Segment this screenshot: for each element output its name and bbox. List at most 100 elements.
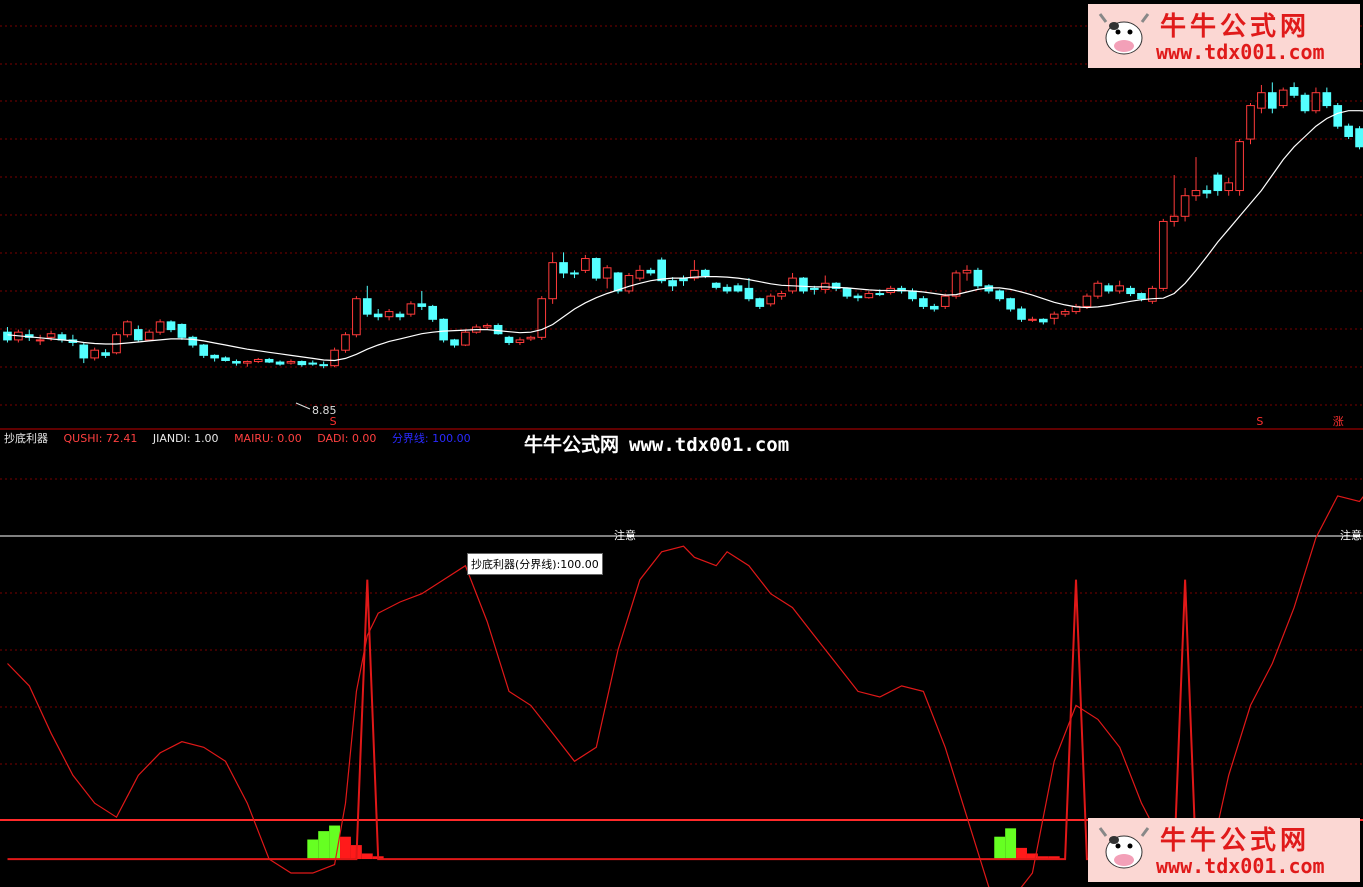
candle-body — [232, 361, 241, 364]
candle-body — [395, 313, 405, 318]
mairu-bar — [1005, 828, 1017, 860]
candle-body — [428, 305, 438, 320]
candle-body — [319, 364, 328, 367]
candle-body — [1322, 92, 1332, 107]
dadi-value: DADI: 0.00 — [317, 432, 377, 445]
candle-body — [668, 280, 677, 287]
candle-body — [144, 331, 154, 341]
mairu-bar — [318, 831, 330, 860]
candlestick-series — [3, 82, 1363, 369]
candle-body — [1169, 215, 1179, 222]
candle-body — [853, 295, 863, 299]
signal-marker: 涨 — [1333, 415, 1344, 428]
candle-body — [275, 361, 285, 365]
candle-body — [199, 344, 209, 356]
logo-url-text: www.tdx001.com — [1156, 40, 1325, 64]
candle-body — [570, 272, 579, 275]
candle-body — [123, 321, 132, 336]
mairu-bar — [994, 836, 1006, 860]
qushi-value: QUSHI: 72.41 — [63, 432, 138, 445]
candle-body — [406, 303, 416, 315]
candle-body — [788, 277, 797, 292]
candle-body — [493, 324, 503, 335]
logo-url-text: www.tdx001.com — [1156, 854, 1325, 878]
candle-body — [1126, 287, 1135, 295]
candle-body — [1137, 293, 1146, 300]
candle-body — [624, 275, 634, 292]
candle-body — [384, 311, 394, 318]
candle-body — [700, 269, 710, 277]
candle-body — [1213, 174, 1223, 192]
candle-body — [1060, 311, 1070, 315]
candle-body — [711, 282, 721, 288]
candle-body — [264, 358, 274, 363]
watermark-url: www.tdx001.com — [629, 434, 790, 456]
candle-body — [1039, 318, 1048, 323]
candle-body — [733, 285, 743, 292]
candle-body — [166, 321, 176, 331]
candle-body — [90, 349, 100, 359]
candle-body — [35, 339, 45, 342]
logo-cn-text: 牛牛公式网 — [1160, 826, 1311, 856]
candle-body — [842, 287, 852, 297]
candle-body — [461, 331, 470, 346]
candle-body — [3, 331, 12, 341]
signal-marker: S — [1256, 415, 1263, 428]
candle-body — [1158, 220, 1168, 289]
candle-body — [929, 305, 939, 310]
candle-body — [1049, 313, 1059, 319]
candle-body — [1300, 94, 1310, 112]
jiandi-value: JIANDI: 1.00 — [152, 432, 219, 445]
low-price-label: 8.85 — [312, 404, 337, 417]
candle-body — [722, 286, 732, 292]
candle-body — [602, 267, 612, 279]
candle-body — [1235, 141, 1244, 192]
cow-mascot-icon — [1098, 13, 1150, 55]
candle-body — [362, 298, 372, 315]
boundary-value: 分界线: 100.00 — [391, 432, 471, 445]
mairu-bar — [307, 839, 319, 860]
candle-body — [482, 324, 492, 328]
candle-body — [613, 272, 623, 292]
candle-body — [417, 303, 427, 307]
candle-body — [1344, 125, 1353, 137]
tooltip: 抄底利器(分界线):100.00 — [467, 553, 603, 575]
candle-body — [1115, 285, 1124, 292]
dadi-bar — [361, 853, 373, 860]
candle-body — [210, 354, 219, 359]
candle-body — [744, 287, 754, 300]
candle-body — [297, 361, 307, 366]
candle-body — [155, 321, 165, 333]
watermark-cn: 牛牛公式网 — [524, 434, 620, 456]
logo-cn-text: 牛牛公式网 — [1160, 12, 1311, 42]
mairu-value: MAIRU: 0.00 — [234, 432, 302, 445]
attention-label-right: 注意 — [1340, 528, 1362, 542]
candle-body — [1180, 195, 1190, 217]
candle-body — [526, 336, 536, 340]
candle-body — [951, 272, 961, 297]
candle-body — [591, 258, 601, 279]
dadi-bar — [1016, 847, 1027, 860]
candle-body — [330, 349, 339, 367]
attention-label: 注意 — [614, 528, 636, 542]
candle-body — [341, 334, 350, 351]
candle-body — [962, 269, 972, 274]
candle-body — [919, 298, 928, 307]
candle-body — [439, 318, 448, 341]
candle-body — [581, 258, 590, 271]
indicator-bars — [307, 825, 1191, 860]
candle-body — [504, 336, 514, 343]
candle-body — [1006, 298, 1015, 310]
candle-body — [352, 298, 361, 336]
candle-body — [799, 277, 808, 292]
candle-body — [995, 290, 1005, 300]
candle-body — [657, 259, 667, 282]
indicator-info-bar: 抄底利器 QUSHI: 72.41 JIANDI: 1.00 MAIRU: 0.… — [4, 430, 483, 446]
center-watermark: 牛牛公式网 www.tdx001.com — [524, 430, 789, 457]
candle-body — [133, 329, 143, 341]
candle-body — [635, 269, 645, 279]
candle-body — [79, 344, 89, 359]
candle-body — [646, 269, 656, 274]
candle-body — [1202, 190, 1212, 194]
candle-body — [1355, 128, 1363, 148]
